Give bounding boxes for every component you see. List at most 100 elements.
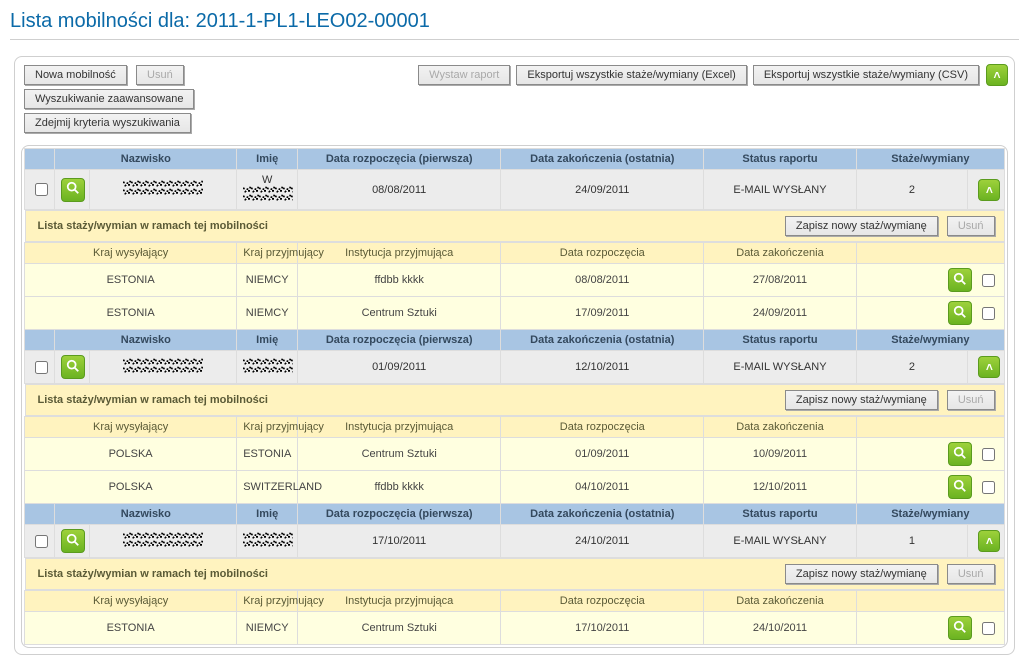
- row-checkbox[interactable]: [35, 535, 48, 548]
- save-new-placement-button[interactable]: Zapisz nowy staż/wymianę: [785, 390, 938, 410]
- cell-last-name: [89, 170, 236, 210]
- header-last-name[interactable]: Nazwisko: [55, 330, 237, 351]
- row-checkbox[interactable]: [35, 183, 48, 196]
- row-collapse-button[interactable]: ˄: [978, 356, 1000, 378]
- header-start-date[interactable]: Data rozpoczęcia (pierwsza): [298, 149, 501, 170]
- divider: [10, 39, 1019, 40]
- header-report-status[interactable]: Status raportu: [704, 149, 856, 170]
- sub-header-bar: Lista staży/wymian w ramach tej mobilnoś…: [25, 210, 1005, 243]
- cell-sub-end: 24/09/2011: [704, 297, 856, 330]
- header-end-date[interactable]: Data zakończenia (ostatnia): [501, 149, 704, 170]
- placement-checkbox[interactable]: [982, 307, 995, 320]
- delete-button[interactable]: Usuń: [136, 65, 184, 85]
- cell-last-name: [89, 525, 236, 558]
- header-first-name[interactable]: Imię: [237, 330, 298, 351]
- cell-sending: ESTONIA: [25, 612, 237, 645]
- sub-header-bar: Lista staży/wymian w ramach tej mobilnoś…: [25, 384, 1005, 417]
- view-button[interactable]: [61, 178, 85, 202]
- table-row: 17/10/2011 24/10/2011 E-MAIL WYSŁANY 1 ˄: [25, 525, 1005, 558]
- sub-header-row: Kraj wysyłający Kraj przyjmujący Instytu…: [25, 591, 1005, 612]
- sub-header-host: Kraj przyjmujący: [237, 417, 298, 438]
- cell-start: 08/08/2011: [298, 170, 501, 210]
- header-report-status[interactable]: Status raportu: [704, 330, 856, 351]
- placement-checkbox[interactable]: [982, 481, 995, 494]
- sub-header-start: Data rozpoczęcia: [501, 243, 704, 264]
- placement-row: ESTONIA NIEMCY Centrum Sztuki 17/09/2011…: [25, 297, 1005, 330]
- table-container: Nazwisko Imię Data rozpoczęcia (pierwsza…: [21, 145, 1008, 648]
- view-button[interactable]: [61, 355, 85, 379]
- placement-checkbox[interactable]: [982, 622, 995, 635]
- header-count[interactable]: Staże/wymiany: [856, 504, 1004, 525]
- cell-last-name: [89, 351, 236, 384]
- header-first-name[interactable]: Imię: [237, 504, 298, 525]
- save-new-placement-button[interactable]: Zapisz nowy staż/wymianę: [785, 216, 938, 236]
- save-new-placement-button[interactable]: Zapisz nowy staż/wymianę: [785, 564, 938, 584]
- row-checkbox[interactable]: [35, 361, 48, 374]
- collapse-all-button[interactable]: ˄: [986, 64, 1008, 86]
- view-button[interactable]: [61, 529, 85, 553]
- view-placement-button[interactable]: [948, 301, 972, 325]
- header-last-name[interactable]: Nazwisko: [55, 504, 237, 525]
- header-first-name[interactable]: Imię: [237, 149, 298, 170]
- placement-checkbox[interactable]: [982, 448, 995, 461]
- table-row: 01/09/2011 12/10/2011 E-MAIL WYSŁANY 2 ˄: [25, 351, 1005, 384]
- placement-row: ESTONIA NIEMCY ffdbb kkkk 08/08/2011 27/…: [25, 264, 1005, 297]
- sub-header-institution: Instytucja przyjmująca: [298, 417, 501, 438]
- placement-row: POLSKA SWITZERLAND ffdbb kkkk 04/10/2011…: [25, 471, 1005, 504]
- header-count[interactable]: Staże/wymiany: [856, 330, 1004, 351]
- cell-sub-start: 17/10/2011: [501, 612, 704, 645]
- header-start-date[interactable]: Data rozpoczęcia (pierwsza): [298, 330, 501, 351]
- sub-header-row: Kraj wysyłający Kraj przyjmujący Instytu…: [25, 417, 1005, 438]
- sub-title: Lista staży/wymian w ramach tej mobilnoś…: [32, 568, 268, 580]
- magnifier-icon: [66, 533, 80, 550]
- magnifier-icon: [953, 620, 967, 637]
- magnifier-icon: [66, 359, 80, 376]
- sub-header-end: Data zakończenia: [704, 591, 856, 612]
- sub-header-row: Kraj wysyłający Kraj przyjmujący Instytu…: [25, 243, 1005, 264]
- view-placement-button[interactable]: [948, 475, 972, 499]
- cell-host: NIEMCY: [237, 264, 298, 297]
- issue-report-button[interactable]: Wystaw raport: [418, 65, 510, 85]
- header-report-status[interactable]: Status raportu: [704, 504, 856, 525]
- remove-criteria-button[interactable]: Zdejmij kryteria wyszukiwania: [24, 113, 191, 133]
- export-excel-button[interactable]: Eksportuj wszystkie staże/wymiany (Excel…: [516, 65, 746, 85]
- sub-header-bar: Lista staży/wymian w ramach tej mobilnoś…: [25, 558, 1005, 591]
- header-end-date[interactable]: Data zakończenia (ostatnia): [501, 330, 704, 351]
- placement-row: POLSKA ESTONIA Centrum Sztuki 01/09/2011…: [25, 438, 1005, 471]
- header-start-date[interactable]: Data rozpoczęcia (pierwsza): [298, 504, 501, 525]
- delete-placement-button[interactable]: Usuń: [947, 390, 995, 410]
- sub-header-end: Data zakończenia: [704, 243, 856, 264]
- delete-placement-button[interactable]: Usuń: [947, 564, 995, 584]
- cell-sub-end: 10/09/2011: [704, 438, 856, 471]
- table-header-row: Nazwisko Imię Data rozpoczęcia (pierwsza…: [25, 149, 1005, 170]
- placement-checkbox[interactable]: [982, 274, 995, 287]
- view-placement-button[interactable]: [948, 268, 972, 292]
- view-placement-button[interactable]: [948, 616, 972, 640]
- sub-header-start: Data rozpoczęcia: [501, 591, 704, 612]
- header-count[interactable]: Staże/wymiany: [856, 149, 1004, 170]
- sub-header-host: Kraj przyjmujący: [237, 243, 298, 264]
- delete-placement-button[interactable]: Usuń: [947, 216, 995, 236]
- cell-host: NIEMCY: [237, 612, 298, 645]
- cell-sub-start: 08/08/2011: [501, 264, 704, 297]
- header-end-date[interactable]: Data zakończenia (ostatnia): [501, 504, 704, 525]
- obscured-text: [123, 358, 203, 374]
- advanced-search-button[interactable]: Wyszukiwanie zaawansowane: [24, 89, 194, 109]
- header-last-name[interactable]: Nazwisko: [55, 149, 237, 170]
- toolbar: Nowa mobilność Usuń Wyszukiwanie zaawans…: [21, 63, 1008, 135]
- cell-institution: Centrum Sztuki: [298, 297, 501, 330]
- cell-sub-end: 27/08/2011: [704, 264, 856, 297]
- cell-start: 01/09/2011: [298, 351, 501, 384]
- row-collapse-button[interactable]: ˄: [978, 179, 1000, 201]
- cell-sub-end: 24/10/2011: [704, 612, 856, 645]
- export-csv-button[interactable]: Eksportuj wszystkie staże/wymiany (CSV): [753, 65, 979, 85]
- cell-institution: Centrum Sztuki: [298, 612, 501, 645]
- cell-status: E-MAIL WYSŁANY: [704, 351, 856, 384]
- row-collapse-button[interactable]: ˄: [978, 530, 1000, 552]
- view-placement-button[interactable]: [948, 442, 972, 466]
- cell-count: 2: [856, 351, 968, 384]
- new-mobility-button[interactable]: Nowa mobilność: [24, 65, 127, 85]
- obscured-text: [243, 532, 293, 548]
- magnifier-icon: [953, 479, 967, 496]
- cell-institution: Centrum Sztuki: [298, 438, 501, 471]
